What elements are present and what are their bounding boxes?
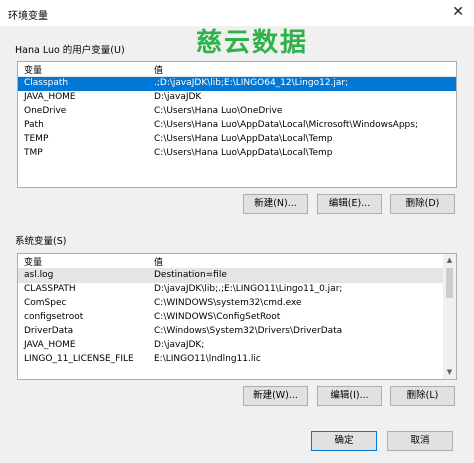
user-new-button[interactable]: 新建(N)... <box>243 194 308 214</box>
system-variables-list[interactable]: 变量 值 asl.log Destination=file CLASSPATH … <box>17 253 457 380</box>
table-row[interactable]: Classpath .;D:\javaJDK\lib;E:\LINGO64_12… <box>18 77 456 91</box>
user-delete-button[interactable]: 删除(D) <box>390 194 455 214</box>
table-row[interactable]: JAVA_HOME D:\javaJDK <box>18 91 456 105</box>
system-delete-button[interactable]: 删除(L) <box>390 386 455 406</box>
user-variables-list[interactable]: 变量 值 Classpath .;D:\javaJDK\lib;E:\LINGO… <box>17 61 457 188</box>
system-edit-button[interactable]: 编辑(I)... <box>317 386 382 406</box>
scroll-down-arrow-icon[interactable]: ▼ <box>443 366 456 379</box>
column-header-value[interactable]: 值 <box>154 255 163 268</box>
window-title: 环境变量 <box>8 11 48 22</box>
user-variables-label: Hana Luo 的用户变量(U) <box>15 45 125 56</box>
system-variables-label: 系统变量(S) <box>15 236 67 247</box>
table-row[interactable]: JAVA_HOME D:\javaJDK; <box>18 339 443 353</box>
close-icon[interactable]: ✕ <box>452 5 464 19</box>
column-header-value[interactable]: 值 <box>154 63 163 76</box>
list-header: 变量 值 <box>18 62 456 77</box>
table-row[interactable]: asl.log Destination=file <box>18 269 443 283</box>
table-row[interactable]: CLASSPATH D:\javaJDK\lib;.;E:\LINGO11\Li… <box>18 283 443 297</box>
table-row[interactable]: ComSpec C:\WINDOWS\system32\cmd.exe <box>18 297 443 311</box>
watermark-logo: 慈云数据 <box>196 28 309 58</box>
vertical-scrollbar[interactable]: ▲ ▼ <box>443 254 456 379</box>
ok-button[interactable]: 确定 <box>311 431 377 451</box>
scrollbar-thumb[interactable] <box>446 268 453 298</box>
cancel-button[interactable]: 取消 <box>387 431 453 451</box>
table-row[interactable]: TEMP C:\Users\Hana Luo\AppData\Local\Tem… <box>18 133 456 147</box>
table-row[interactable]: Path C:\Users\Hana Luo\AppData\Local\Mic… <box>18 119 456 133</box>
table-row[interactable]: LINGO_11_LICENSE_FILE E:\LINGO11\lndlng1… <box>18 353 443 367</box>
user-edit-button[interactable]: 编辑(E)... <box>317 194 382 214</box>
scroll-up-arrow-icon[interactable]: ▲ <box>443 254 456 267</box>
column-header-variable[interactable]: 变量 <box>24 63 42 76</box>
column-header-variable[interactable]: 变量 <box>24 255 42 268</box>
list-header: 变量 值 <box>18 254 443 269</box>
table-row[interactable]: DriverData C:\Windows\System32\Drivers\D… <box>18 325 443 339</box>
system-new-button[interactable]: 新建(W)... <box>243 386 308 406</box>
table-row[interactable]: TMP C:\Users\Hana Luo\AppData\Local\Temp <box>18 147 456 161</box>
table-row[interactable]: configsetroot C:\WINDOWS\ConfigSetRoot <box>18 311 443 325</box>
table-row[interactable]: OneDrive C:\Users\Hana Luo\OneDrive <box>18 105 456 119</box>
